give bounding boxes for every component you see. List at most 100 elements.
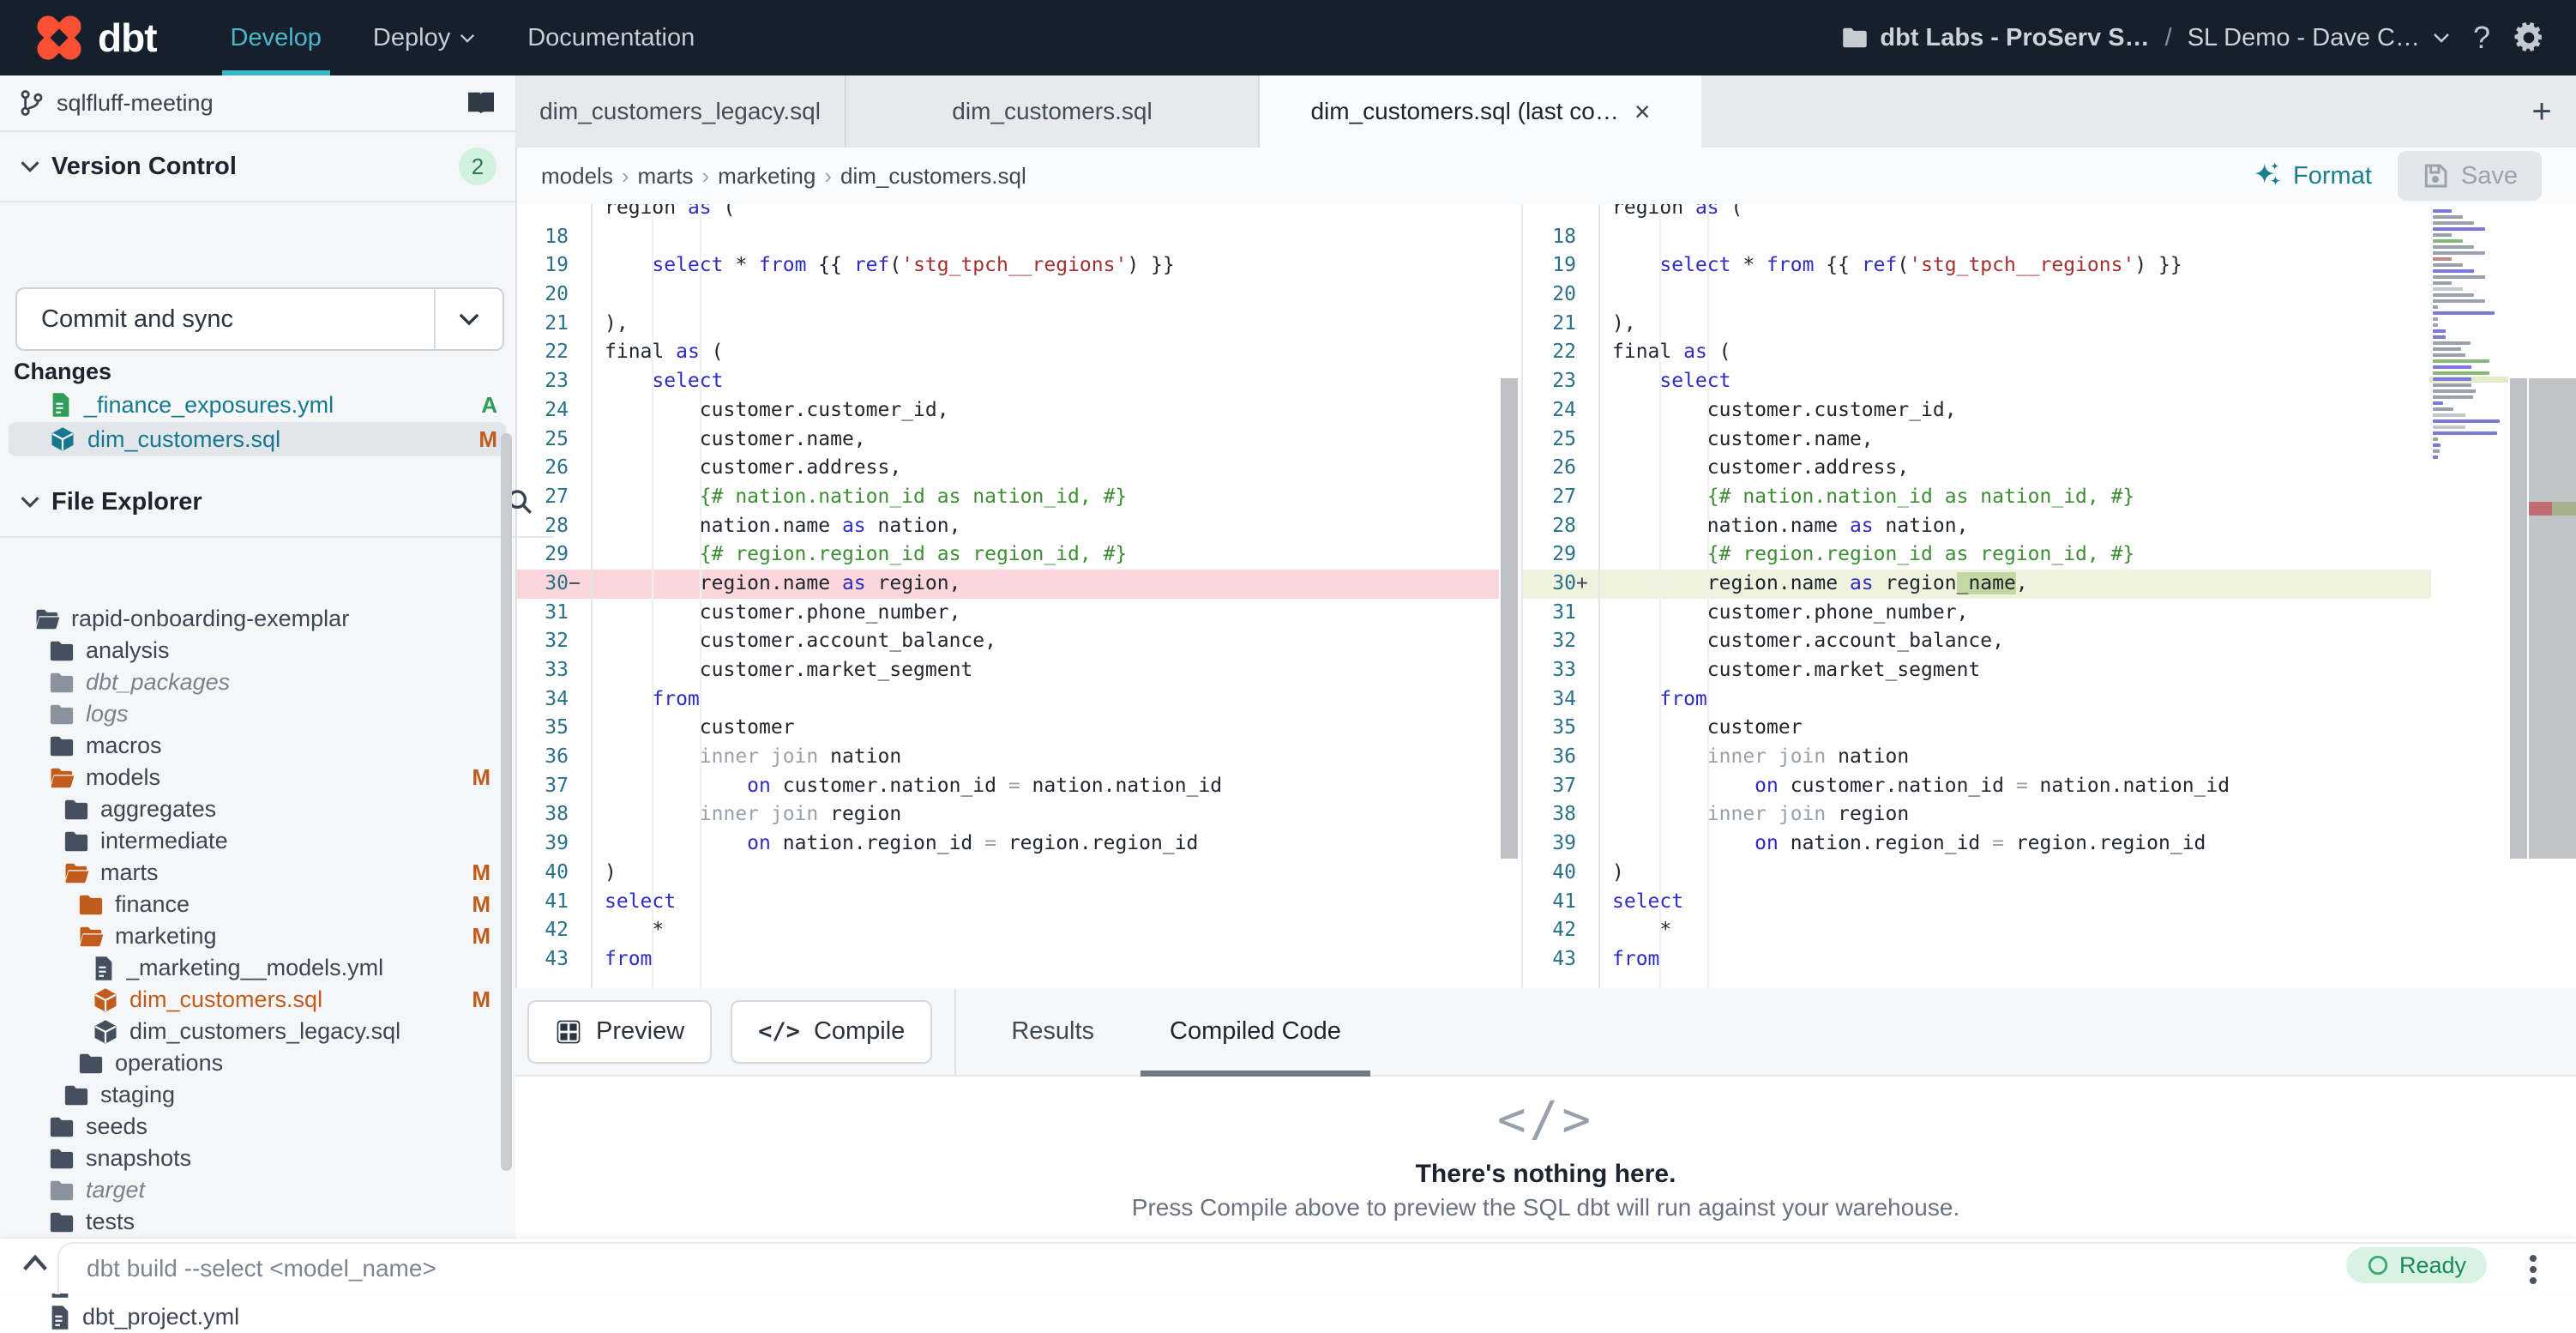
line-gutter: 18	[515, 223, 591, 252]
dbt-logo[interactable]: dbt	[33, 11, 157, 64]
minimap[interactable]	[2429, 204, 2508, 988]
tab-dim-customers-sql-last-co-[interactable]: dim_customers.sql (last co…×	[1260, 75, 1701, 148]
diff-overview-ruler[interactable]	[2529, 204, 2576, 988]
tree-item-dbt_project.yml[interactable]: dbt_project.yml	[0, 1301, 501, 1333]
save-button[interactable]: Save	[2398, 151, 2542, 201]
line-number: 38	[1552, 800, 1576, 829]
compile-label: Compile	[814, 1017, 905, 1046]
tree-item-marts[interactable]: martsM	[0, 857, 501, 889]
commit-options-dropdown[interactable]	[434, 289, 503, 349]
line-gutter: 29	[515, 540, 591, 570]
tree-item-seeds[interactable]: seeds	[0, 1111, 501, 1143]
gutter-border	[591, 204, 593, 988]
tree-item-tests[interactable]: tests	[0, 1206, 501, 1238]
breadcrumb-item-marketing[interactable]: marketing	[718, 163, 816, 190]
bottom-tab-compiled-code[interactable]: Compiled Code	[1132, 988, 1379, 1075]
tree-item-snapshots[interactable]: snapshots	[0, 1143, 501, 1174]
kebab-menu-button[interactable]	[2530, 1251, 2538, 1288]
changed-file-_finance_exposures.yml[interactable]: _finance_exposures.ymlA	[9, 388, 506, 422]
settings-gear-button[interactable]	[2513, 21, 2545, 54]
breadcrumb-item-marts[interactable]: marts	[638, 163, 694, 190]
gutter-pad	[1576, 888, 1598, 917]
gutter-pad	[569, 540, 591, 570]
gutter-pad	[1576, 396, 1598, 425]
line-gutter: 38	[515, 800, 591, 829]
help-button[interactable]: ?	[2473, 20, 2490, 56]
line-number: 22	[1552, 338, 1576, 367]
tree-item-staging[interactable]: staging	[0, 1079, 501, 1111]
code-line-42: 42 *	[515, 916, 1499, 945]
status-text: Ready	[2399, 1252, 2466, 1279]
tab-dim-customers-legacy-sql[interactable]: dim_customers_legacy.sql	[515, 75, 846, 148]
nav-item-documentation[interactable]: Documentation	[505, 0, 717, 75]
commit-and-sync-button[interactable]: Commit and sync	[15, 287, 504, 351]
gutter-pad	[569, 627, 591, 656]
code-text: {# nation.nation_id as nation_id, #}	[1598, 483, 2134, 512]
right-pane-scrollbar[interactable]	[2508, 204, 2529, 988]
tab-dim-customers-sql[interactable]: dim_customers.sql	[846, 75, 1260, 148]
tree-item-finance[interactable]: financeM	[0, 889, 501, 920]
nav-item-develop[interactable]: Develop	[208, 0, 344, 75]
status-badge[interactable]: Ready	[2346, 1247, 2487, 1283]
command-input[interactable]	[85, 1249, 1975, 1288]
code-line-18: 18	[515, 223, 1499, 252]
diff-pane-modified[interactable]: region as (1819 select * from {{ ref('st…	[1521, 204, 2431, 988]
project-switcher[interactable]: dbt Labs - ProServ S… / SL Demo - Dave C…	[1842, 24, 2451, 52]
tree-item-operations[interactable]: operations	[0, 1047, 501, 1079]
editor-tab-strip: dim_customers_legacy.sql dim_customers.sq…	[515, 75, 2576, 148]
close-tab-icon[interactable]: ×	[1634, 98, 1651, 125]
code-text: customer.customer_id,	[1598, 396, 1957, 425]
docs-book-icon[interactable]	[466, 90, 497, 116]
folder-icon	[1842, 27, 1868, 49]
line-gutter: 31	[515, 599, 591, 628]
tree-item-intermediate[interactable]: intermediate	[0, 825, 501, 857]
minimap-line	[2433, 401, 2443, 405]
tree-item-dbt_packages[interactable]: dbt_packages	[0, 666, 501, 698]
version-control-header[interactable]: Version Control 2	[0, 132, 515, 202]
line-number: 18	[545, 223, 569, 252]
gutter-pad	[569, 772, 591, 801]
branch-selector[interactable]: sqlfluff-meeting	[0, 75, 515, 132]
folder-icon	[49, 1115, 75, 1139]
gutter-pad	[1576, 859, 1598, 888]
tree-item-macros[interactable]: macros	[0, 730, 501, 762]
tree-item-models[interactable]: modelsM	[0, 762, 501, 793]
preview-button[interactable]: Preview	[527, 1000, 712, 1064]
code-editor-diff: region as (1819 select * from {{ ref('st…	[515, 204, 2576, 988]
line-gutter: 19	[1523, 251, 1598, 280]
breadcrumb-item-models[interactable]: models	[541, 163, 613, 190]
line-number: 19	[1552, 251, 1576, 280]
format-button[interactable]: Format	[2254, 161, 2372, 190]
file-tree: rapid-onboarding-exemplaranalysisdbt_pac…	[0, 603, 501, 1333]
tree-item-analysis[interactable]: analysis	[0, 635, 501, 666]
tree-item-logs[interactable]: logs	[0, 698, 501, 730]
code-text: final as (	[591, 338, 724, 367]
tab-label: dim_customers.sql	[952, 98, 1152, 125]
sidebar-scrollbar[interactable]	[501, 433, 512, 1171]
compile-button[interactable]: </> Compile	[731, 1000, 932, 1064]
left-pane-scrollbar[interactable]	[1499, 204, 1520, 988]
breadcrumb-item-dim_customers.sql[interactable]: dim_customers.sql	[840, 163, 1026, 190]
code-text: on customer.nation_id = nation.nation_id	[591, 772, 1222, 801]
bottom-tab-results[interactable]: Results	[973, 988, 1132, 1075]
line-number: 24	[545, 396, 569, 425]
tree-item-dim_customers_legacy.sql[interactable]: dim_customers_legacy.sql	[0, 1016, 501, 1047]
tree-item-dim_customers.sql[interactable]: dim_customers.sqlM	[0, 984, 501, 1016]
breadcrumb-row: models›marts›marketing›dim_customers.sql…	[515, 148, 2576, 204]
diff-pane-original[interactable]: region as (1819 select * from {{ ref('st…	[515, 204, 1499, 988]
new-tab-button[interactable]: +	[2507, 75, 2576, 148]
changed-file-dim_customers.sql[interactable]: dim_customers.sqlM	[9, 422, 506, 456]
expand-panel-button[interactable]	[21, 1252, 50, 1273]
gutter-pad	[569, 599, 591, 628]
tree-item-label: intermediate	[100, 828, 501, 854]
tree-item-target[interactable]: target	[0, 1174, 501, 1206]
tree-item-_marketing__models.yml[interactable]: _marketing__models.yml	[0, 952, 501, 984]
nav-item-deploy[interactable]: Deploy	[351, 0, 498, 75]
tree-item-aggregates[interactable]: aggregates	[0, 793, 501, 825]
code-text: customer.address,	[1598, 454, 1909, 483]
tree-item-marketing[interactable]: marketingM	[0, 920, 501, 952]
tree-item-rapid-onboarding-exemplar[interactable]: rapid-onboarding-exemplar	[0, 603, 501, 635]
file-explorer-header[interactable]: File Explorer	[0, 467, 553, 538]
gutter-pad	[1576, 916, 1598, 945]
folder-icon	[49, 734, 75, 758]
